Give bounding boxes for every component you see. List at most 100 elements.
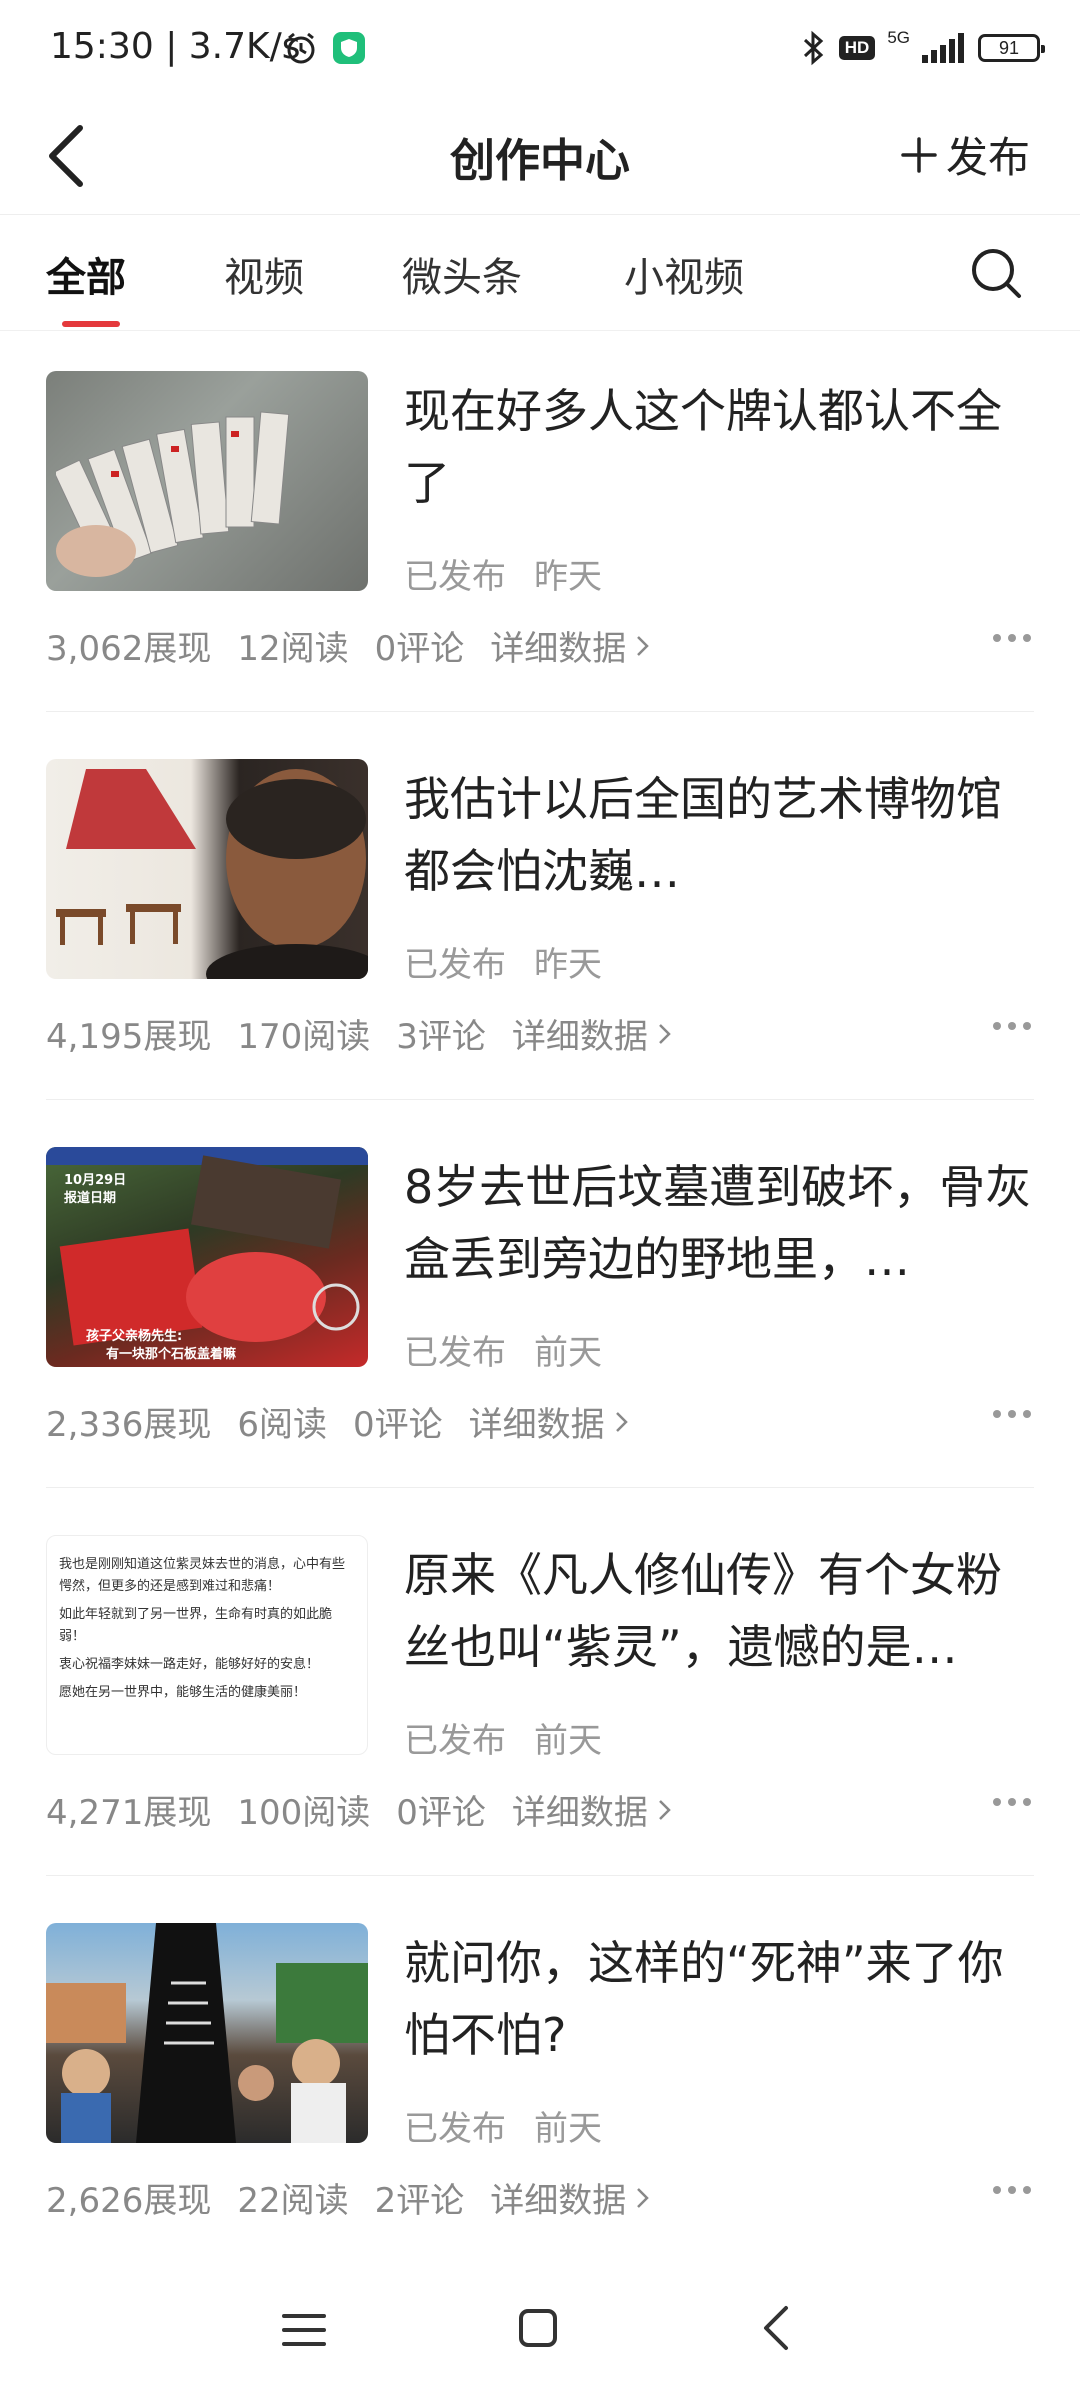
app-header: 创作中心 发布 <box>0 96 1080 214</box>
post-card[interactable]: 我也是刚刚知道这位紫灵妹去世的消息，心中有些愕然，但更多的还是感到难过和悲痛！ … <box>0 1495 1080 1883</box>
chevron-right-icon <box>637 635 650 656</box>
thumb-text-line: 如此年轻就到了另一世界，生命有时真的如此脆弱！ <box>59 1607 333 1644</box>
card-divider <box>46 1875 1034 1876</box>
publish-label: 发布 <box>945 133 1030 182</box>
chevron-right-icon <box>637 2187 650 2208</box>
post-thumbnail[interactable]: 我也是刚刚知道这位紫灵妹去世的消息，心中有些愕然，但更多的还是感到难过和悲痛！ … <box>46 1535 368 1755</box>
post-thumbnail[interactable] <box>46 1923 368 2143</box>
card-divider <box>46 1487 1034 1488</box>
tab-micro-headline[interactable]: 微头条 <box>402 245 522 303</box>
alarm-icon <box>287 32 315 64</box>
comments-count: 0评论 <box>374 629 465 669</box>
post-title[interactable]: 就问你，这样的“死神”来了你怕不怕? <box>404 1927 1034 2071</box>
card-divider <box>46 1099 1034 1100</box>
post-status-row: 已发布 昨天 <box>404 549 602 598</box>
post-thumbnail[interactable] <box>46 759 368 979</box>
tab-all[interactable]: 全部 <box>46 245 126 303</box>
post-status-row: 已发布 昨天 <box>404 937 602 986</box>
comments-count: 2评论 <box>374 2181 465 2221</box>
signal-icon <box>922 33 964 63</box>
detail-data-label: 详细数据 <box>490 2181 627 2221</box>
post-stats: 3,062展现 12阅读 0评论 详细数据 <box>46 621 650 670</box>
network-type: 5G <box>887 28 910 47</box>
comments-count: 0评论 <box>352 1405 443 1445</box>
reads-count: 100阅读 <box>237 1793 371 1833</box>
security-shield-icon <box>333 32 365 64</box>
comments-count: 3评论 <box>396 1017 486 1057</box>
search-icon[interactable] <box>968 245 1024 301</box>
content-tabs: 全部 视频 微头条 小视频 <box>0 215 1080 331</box>
thumb-caption-speaker: 孩子父亲杨先生: <box>86 1329 183 1344</box>
chevron-right-icon <box>659 1799 671 1820</box>
impressions-count: 2,336展现 <box>46 1405 212 1445</box>
impressions-count: 4,271展现 <box>46 1793 212 1833</box>
more-options-icon[interactable] <box>992 1407 1032 1421</box>
thumb-text-line: 衷心祝福李妹妹一路走好，能够好好的安息！ <box>59 1657 320 1672</box>
post-thumbnail[interactable]: 10月29日 报道日期 孩子父亲杨先生: 有一块那个石板盖着嘛 <box>46 1147 368 1367</box>
post-title[interactable]: 现在好多人这个牌认都认不全了 <box>404 375 1034 519</box>
publish-status: 已发布 <box>404 557 506 597</box>
post-status-row: 已发布 前天 <box>404 1325 602 1374</box>
status-time-speed: 15:30 | 3.7K/s <box>50 26 301 67</box>
reads-count: 22阅读 <box>237 2181 349 2221</box>
publish-time: 前天 <box>534 2109 602 2149</box>
home-icon[interactable] <box>516 2306 560 2350</box>
crowd-scene-image <box>46 1923 368 2143</box>
detail-data-link[interactable]: 详细数据 <box>512 1009 672 1058</box>
detail-data-link[interactable]: 详细数据 <box>490 621 650 670</box>
detail-data-link[interactable]: 详细数据 <box>490 2173 650 2222</box>
tab-video[interactable]: 视频 <box>224 245 304 303</box>
more-options-icon[interactable] <box>992 2183 1032 2197</box>
post-card[interactable]: 现在好多人这个牌认都认不全了 已发布 昨天 3,062展现 12阅读 0评论 详细… <box>0 331 1080 719</box>
reads-count: 12阅读 <box>237 629 349 669</box>
menu-icon[interactable] <box>280 2310 328 2350</box>
post-title[interactable]: 8岁去世后坟墓遭到破坏，骨灰盒丢到旁边的野地里，… <box>404 1151 1034 1295</box>
status-right-group: HD 5G 91 <box>801 28 1045 68</box>
publish-status: 已发布 <box>404 1721 506 1761</box>
playing-cards-image <box>56 411 290 577</box>
thumb-caption-quote: 有一块那个石板盖着嘛 <box>106 1347 237 1362</box>
detail-data-label: 详细数据 <box>468 1405 605 1445</box>
battery-icon: 91 <box>978 34 1045 62</box>
post-stats: 4,271展现 100阅读 0评论 详细数据 <box>46 1785 672 1834</box>
post-card[interactable]: 我估计以后全国的艺术博物馆都会怕沈巍… 已发布 昨天 4,195展现 170阅读 … <box>0 719 1080 1107</box>
more-options-icon[interactable] <box>992 1795 1032 1809</box>
detail-data-link[interactable]: 详细数据 <box>512 1785 672 1834</box>
publish-status: 已发布 <box>404 2109 506 2149</box>
battery-level: 91 <box>998 37 1020 58</box>
impressions-count: 4,195展现 <box>46 1017 212 1057</box>
publish-button[interactable]: 发布 <box>900 124 1030 185</box>
nav-back-icon[interactable] <box>756 2302 796 2354</box>
chevron-right-icon <box>615 1411 628 1432</box>
detail-data-link[interactable]: 详细数据 <box>469 1397 629 1446</box>
post-title[interactable]: 原来《凡人修仙传》有个女粉丝也叫“紫灵”，遗憾的是… <box>404 1539 1034 1683</box>
post-status-row: 已发布 前天 <box>404 1713 602 1762</box>
more-options-icon[interactable] <box>992 631 1032 645</box>
post-title[interactable]: 我估计以后全国的艺术博物馆都会怕沈巍… <box>404 763 1034 907</box>
chevron-right-icon <box>659 1023 671 1044</box>
post-card[interactable]: 10月29日 报道日期 孩子父亲杨先生: 有一块那个石板盖着嘛 8岁去世后坟墓遭… <box>0 1107 1080 1495</box>
detail-data-label: 详细数据 <box>511 1017 648 1057</box>
reads-count: 170阅读 <box>237 1017 371 1057</box>
publish-time: 前天 <box>534 1333 602 1373</box>
active-tab-indicator <box>62 321 120 327</box>
impressions-count: 2,626展现 <box>46 2181 212 2221</box>
plus-icon <box>901 136 937 173</box>
publish-status: 已发布 <box>404 1333 506 1373</box>
detail-data-label: 详细数据 <box>490 629 627 669</box>
post-thumbnail[interactable] <box>46 371 368 591</box>
system-nav-bar <box>0 2262 1080 2400</box>
comments-count: 0评论 <box>396 1793 486 1833</box>
museum-video-image <box>56 769 368 979</box>
status-bar: 15:30 | 3.7K/s HD 5G 91 <box>0 0 1080 96</box>
thumb-date: 10月29日 <box>64 1173 127 1188</box>
post-card[interactable]: 就问你，这样的“死神”来了你怕不怕? 已发布 前天 2,626展现 22阅读 2评… <box>0 1883 1080 2271</box>
post-status-row: 已发布 前天 <box>404 2101 602 2150</box>
tab-short-video[interactable]: 小视频 <box>624 245 744 303</box>
thumb-text-line: 我也是刚刚知道这位紫灵妹去世的消息，心中有些愕然，但更多的还是感到难过和悲痛！ <box>59 1557 346 1594</box>
detail-data-label: 详细数据 <box>511 1793 648 1833</box>
publish-time: 昨天 <box>534 557 602 597</box>
publish-time: 昨天 <box>534 945 602 985</box>
publish-time: 前天 <box>534 1721 602 1761</box>
more-options-icon[interactable] <box>992 1019 1032 1033</box>
